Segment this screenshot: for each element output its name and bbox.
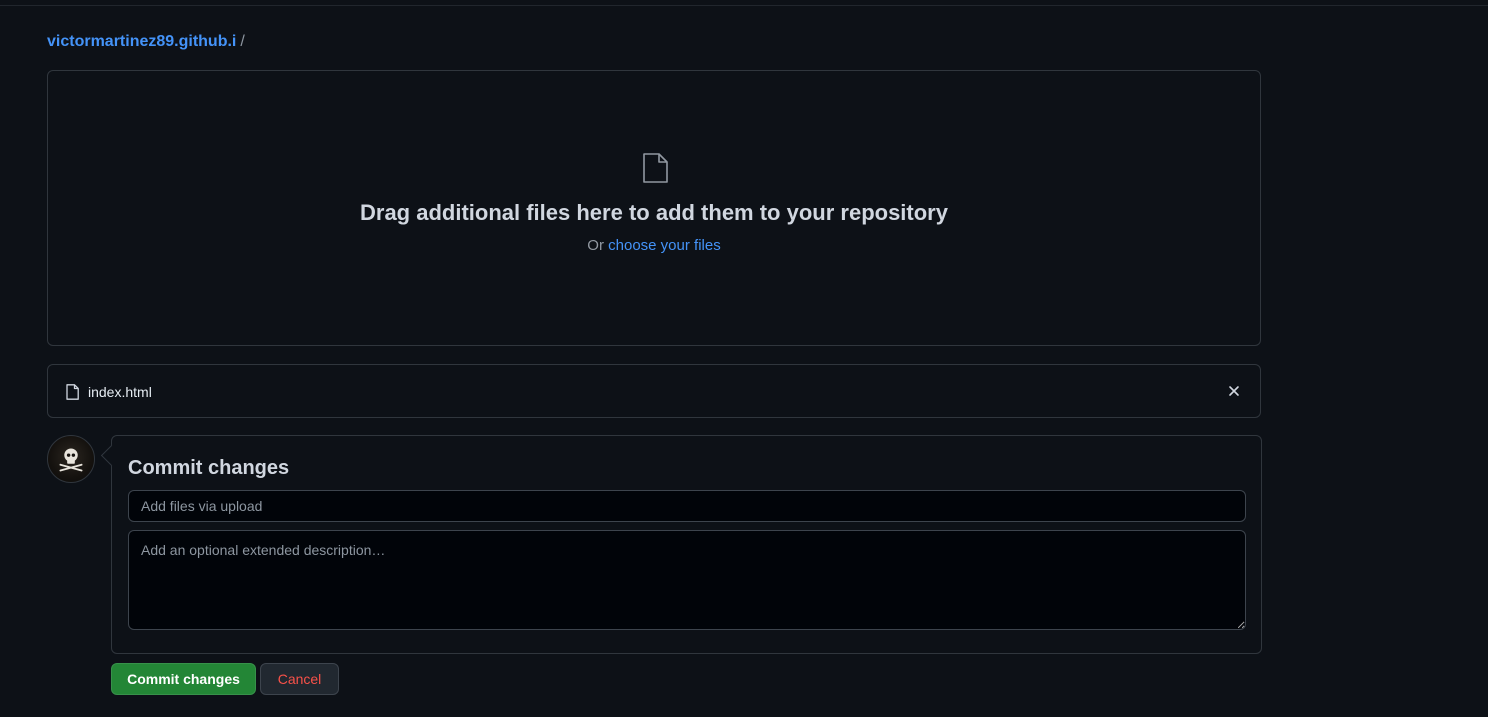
avatar [47, 435, 95, 483]
file-name: index.html [88, 384, 152, 400]
commit-description-textarea[interactable] [128, 530, 1246, 630]
repo-link[interactable]: victormartinez89.github.i [47, 33, 236, 50]
close-icon[interactable] [1226, 383, 1242, 399]
dropzone-headline: Drag additional files here to add them t… [360, 200, 948, 225]
commit-form: Commit changes [100, 435, 1262, 654]
choose-files-link[interactable]: choose your files [608, 237, 721, 254]
file-icon [643, 153, 668, 183]
dropzone-subtext: Or choose your files [48, 236, 1260, 256]
cancel-button[interactable]: Cancel [260, 663, 339, 695]
dropzone-or-text: Or [587, 237, 609, 254]
commit-changes-button[interactable]: Commit changes [111, 663, 256, 695]
commit-title: Commit changes [128, 457, 290, 479]
header-divider [0, 5, 1488, 6]
commit-form-pointer [100, 444, 123, 467]
file-icon [66, 384, 79, 400]
skull-icon [59, 448, 83, 472]
file-dropzone[interactable]: Drag additional files here to add them t… [47, 70, 1261, 346]
file-list-item: index.html [47, 364, 1261, 418]
breadcrumb-separator: / [240, 33, 245, 50]
breadcrumb: victormartinez89.github.i / [47, 31, 245, 53]
commit-summary-input[interactable] [128, 490, 1246, 522]
